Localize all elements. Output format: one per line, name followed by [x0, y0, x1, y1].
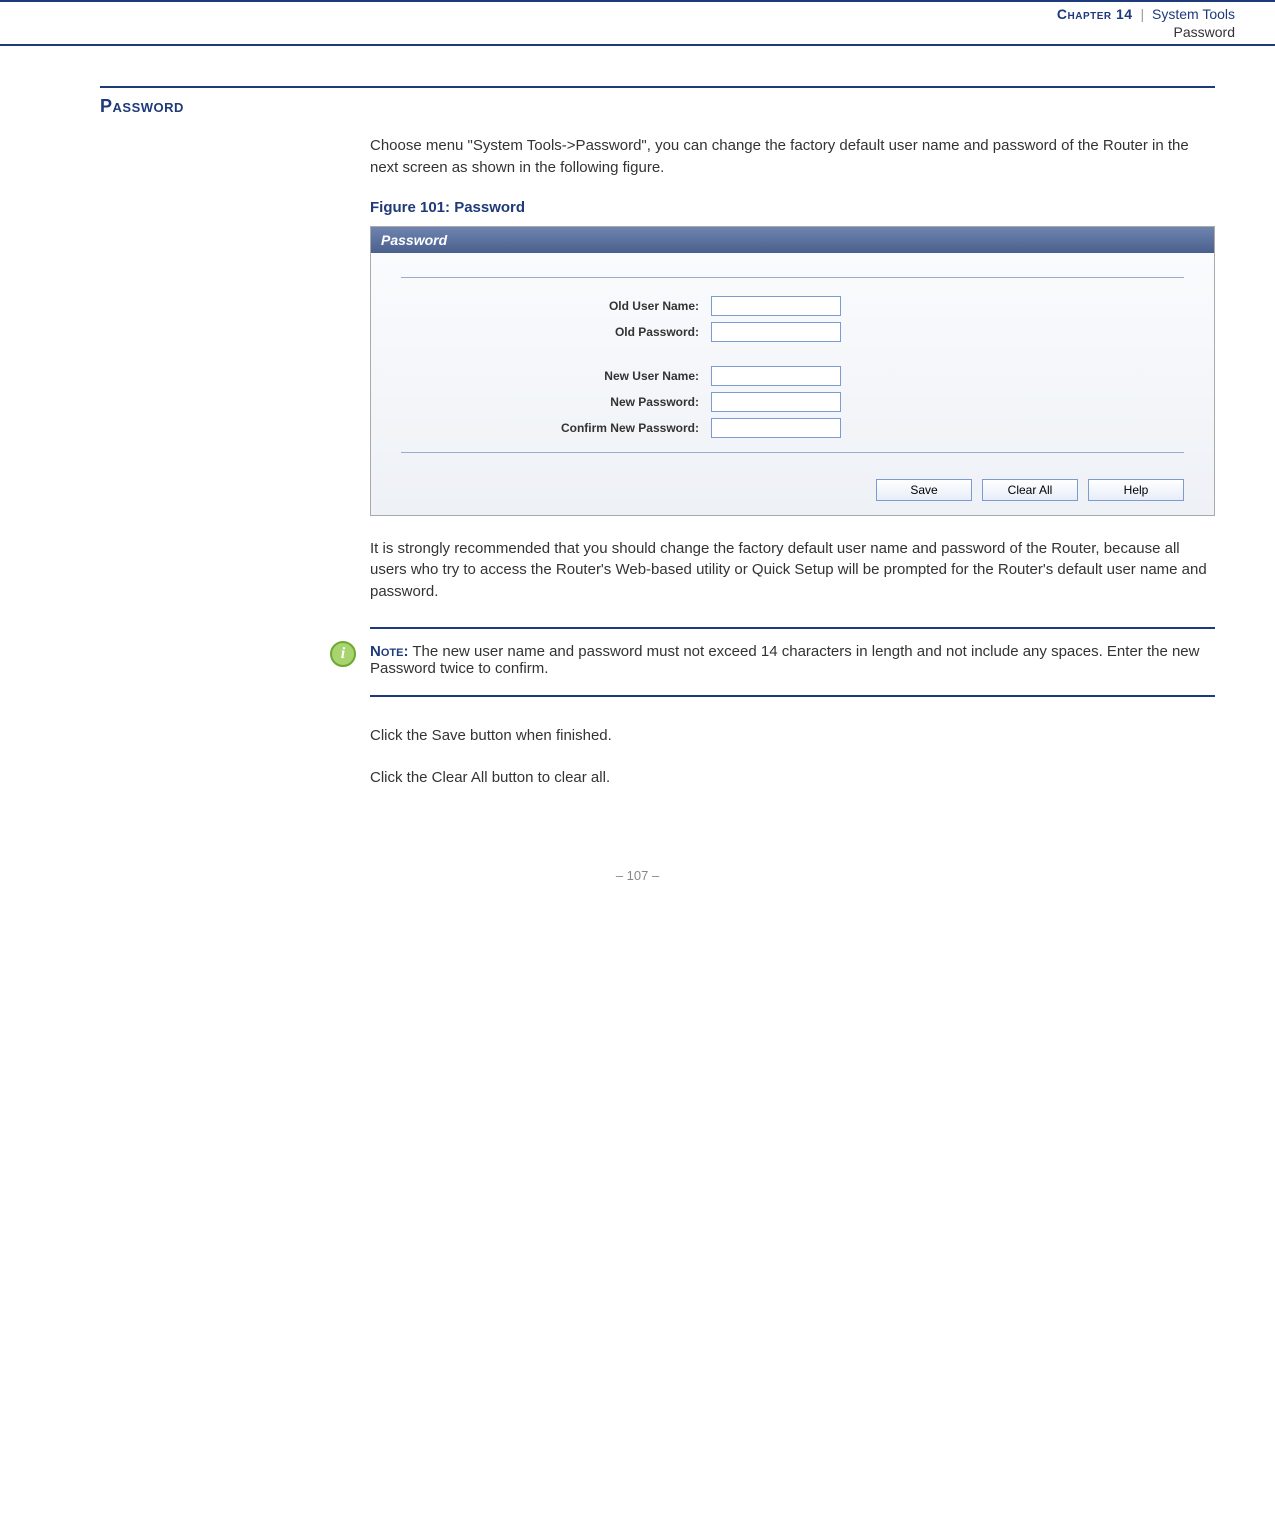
chapter-line: Chapter 14 | System Tools [0, 6, 1235, 22]
label-confirm-pass: Confirm New Password: [401, 421, 711, 435]
panel-divider-bottom [401, 452, 1184, 453]
input-new-pass[interactable] [711, 392, 841, 412]
label-new-user: New User Name: [401, 369, 711, 383]
panel-header: Password [371, 227, 1214, 253]
intro-paragraph: Choose menu "System Tools->Password", yo… [370, 135, 1215, 179]
label-old-user: Old User Name: [401, 299, 711, 313]
input-confirm-pass[interactable] [711, 418, 841, 438]
label-new-pass: New Password: [401, 395, 711, 409]
clear-hint: Click the Clear All button to clear all. [370, 767, 1215, 789]
input-new-user[interactable] [711, 366, 841, 386]
save-button[interactable]: Save [876, 479, 972, 501]
chapter-separator: | [1140, 6, 1144, 22]
chapter-title: System Tools [1152, 6, 1235, 22]
body-column: Choose menu "System Tools->Password", yo… [370, 135, 1215, 788]
note-text: Note: The new user name and password mus… [370, 643, 1215, 677]
header-subtitle: Password [0, 24, 1235, 40]
button-row: Save Clear All Help [401, 471, 1184, 501]
panel-body: Old User Name: Old Password: New User Na… [371, 253, 1214, 515]
row-old-pass: Old Password: [401, 322, 1184, 342]
form-group-new: New User Name: New Password: Confirm New… [401, 366, 1184, 438]
section-title: Password [100, 96, 1215, 117]
info-icon: i [330, 641, 356, 667]
row-old-user: Old User Name: [401, 296, 1184, 316]
page-header: Chapter 14 | System Tools Password [0, 0, 1275, 46]
note-label: Note: [370, 643, 408, 660]
page-footer: – 107 – [0, 828, 1275, 903]
section-rule [100, 86, 1215, 88]
form-group-old: Old User Name: Old Password: [401, 296, 1184, 342]
panel-divider-top [401, 277, 1184, 278]
router-password-panel: Password Old User Name: Old Password: [370, 226, 1215, 516]
clear-all-button[interactable]: Clear All [982, 479, 1078, 501]
row-confirm-pass: Confirm New Password: [401, 418, 1184, 438]
help-button[interactable]: Help [1088, 479, 1184, 501]
row-new-user: New User Name: [401, 366, 1184, 386]
content-area: Password Choose menu "System Tools->Pass… [0, 46, 1275, 828]
row-new-pass: New Password: [401, 392, 1184, 412]
figure-caption: Figure 101: Password [370, 199, 1215, 216]
save-hint: Click the Save button when finished. [370, 725, 1215, 747]
label-old-pass: Old Password: [401, 325, 711, 339]
input-old-user[interactable] [711, 296, 841, 316]
note-block: i Note: The new user name and password m… [370, 627, 1215, 697]
note-body: The new user name and password must not … [370, 643, 1199, 677]
input-old-pass[interactable] [711, 322, 841, 342]
chapter-label: Chapter 14 [1057, 6, 1133, 22]
recommendation-paragraph: It is strongly recommended that you shou… [370, 538, 1215, 603]
